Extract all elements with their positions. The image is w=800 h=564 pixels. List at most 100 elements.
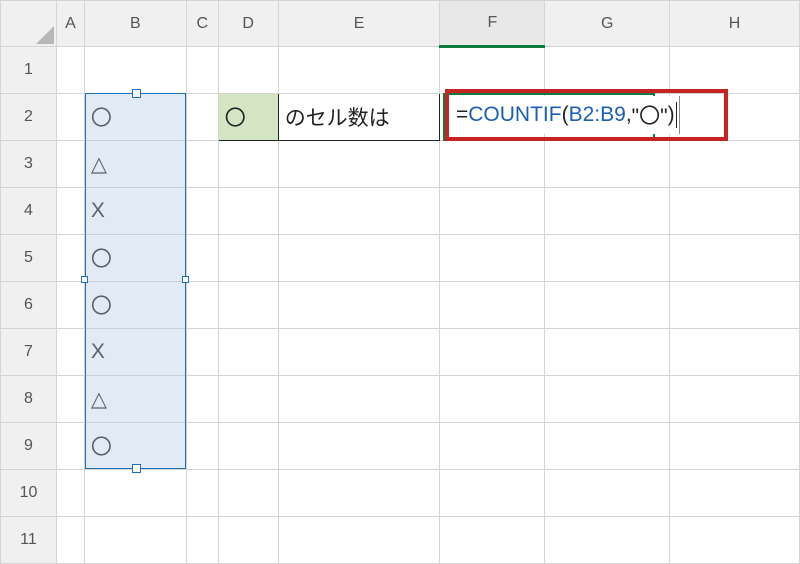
cell-F7[interactable] — [440, 329, 545, 376]
cell-H2[interactable] — [670, 94, 800, 141]
row-header-4[interactable]: 4 — [1, 188, 57, 235]
cell-D7[interactable] — [218, 329, 278, 376]
cell-B8[interactable]: △ — [84, 376, 186, 423]
row-header-11[interactable]: 11 — [1, 517, 57, 564]
cell-D2[interactable]: 〇 — [218, 94, 278, 141]
cell-A7[interactable] — [56, 329, 84, 376]
cell-C1[interactable] — [186, 47, 218, 94]
cell-E3[interactable] — [278, 141, 440, 188]
col-header-B[interactable]: B — [84, 1, 186, 47]
col-header-A[interactable]: A — [56, 1, 84, 47]
cell-G9[interactable] — [545, 423, 670, 470]
cell-A8[interactable] — [56, 376, 84, 423]
cell-E6[interactable] — [278, 282, 440, 329]
cell-H6[interactable] — [670, 282, 800, 329]
cell-B6[interactable]: 〇 — [84, 282, 186, 329]
cell-G6[interactable] — [545, 282, 670, 329]
row-header-3[interactable]: 3 — [1, 141, 57, 188]
cell-E1[interactable] — [278, 47, 440, 94]
cell-B9[interactable]: 〇 — [84, 423, 186, 470]
cell-A1[interactable] — [56, 47, 84, 94]
cell-F10[interactable] — [440, 470, 545, 517]
cell-G1[interactable] — [545, 47, 670, 94]
cell-D5[interactable] — [218, 235, 278, 282]
cell-H3[interactable] — [670, 141, 800, 188]
cell-C10[interactable] — [186, 470, 218, 517]
cell-A11[interactable] — [56, 517, 84, 564]
select-all-corner[interactable] — [1, 1, 57, 47]
cell-E5[interactable] — [278, 235, 440, 282]
col-header-D[interactable]: D — [218, 1, 278, 47]
cell-E10[interactable] — [278, 470, 440, 517]
cell-E11[interactable] — [278, 517, 440, 564]
cell-C8[interactable] — [186, 376, 218, 423]
row-header-2[interactable]: 2 — [1, 94, 57, 141]
cell-E8[interactable] — [278, 376, 440, 423]
cell-D10[interactable] — [218, 470, 278, 517]
cell-G7[interactable] — [545, 329, 670, 376]
cell-A4[interactable] — [56, 188, 84, 235]
row-header-1[interactable]: 1 — [1, 47, 57, 94]
cell-B3[interactable]: △ — [84, 141, 186, 188]
cell-E2[interactable]: のセル数は — [278, 94, 440, 141]
cell-A2[interactable] — [56, 94, 84, 141]
col-header-C[interactable]: C — [186, 1, 218, 47]
cell-B1[interactable] — [84, 47, 186, 94]
cell-D9[interactable] — [218, 423, 278, 470]
cell-H5[interactable] — [670, 235, 800, 282]
cell-C9[interactable] — [186, 423, 218, 470]
cell-F5[interactable] — [440, 235, 545, 282]
cell-C11[interactable] — [186, 517, 218, 564]
row-header-5[interactable]: 5 — [1, 235, 57, 282]
cell-F4[interactable] — [440, 188, 545, 235]
cell-A3[interactable] — [56, 141, 84, 188]
cell-B11[interactable] — [84, 517, 186, 564]
cell-G10[interactable] — [545, 470, 670, 517]
cell-F3[interactable] — [440, 141, 545, 188]
cell-H10[interactable] — [670, 470, 800, 517]
cell-B2[interactable]: 〇 — [84, 94, 186, 141]
cell-C4[interactable] — [186, 188, 218, 235]
cell-B7[interactable]: X — [84, 329, 186, 376]
cell-A10[interactable] — [56, 470, 84, 517]
cell-F11[interactable] — [440, 517, 545, 564]
cell-B10[interactable] — [84, 470, 186, 517]
cell-G4[interactable] — [545, 188, 670, 235]
cell-A6[interactable] — [56, 282, 84, 329]
row-header-9[interactable]: 9 — [1, 423, 57, 470]
cell-A5[interactable] — [56, 235, 84, 282]
formula-editor[interactable]: =COUNTIF(B2:B9,"〇") — [454, 96, 680, 134]
cell-F9[interactable] — [440, 423, 545, 470]
cell-D3[interactable] — [218, 141, 278, 188]
cell-H9[interactable] — [670, 423, 800, 470]
spreadsheet-grid[interactable]: A B C D E F G H 1 2 〇 〇 のセル数は 3 △ — [0, 0, 800, 564]
cell-E9[interactable] — [278, 423, 440, 470]
cell-D6[interactable] — [218, 282, 278, 329]
cell-D11[interactable] — [218, 517, 278, 564]
cell-D8[interactable] — [218, 376, 278, 423]
col-header-H[interactable]: H — [670, 1, 800, 47]
cell-H11[interactable] — [670, 517, 800, 564]
cell-C3[interactable] — [186, 141, 218, 188]
cell-B4[interactable]: X — [84, 188, 186, 235]
cell-A9[interactable] — [56, 423, 84, 470]
cell-G11[interactable] — [545, 517, 670, 564]
col-header-G[interactable]: G — [545, 1, 670, 47]
col-header-E[interactable]: E — [278, 1, 440, 47]
cell-C7[interactable] — [186, 329, 218, 376]
cell-C2[interactable] — [186, 94, 218, 141]
cell-F1[interactable] — [440, 47, 545, 94]
cell-D1[interactable] — [218, 47, 278, 94]
cell-H4[interactable] — [670, 188, 800, 235]
cell-F6[interactable] — [440, 282, 545, 329]
range-handle-left[interactable] — [81, 276, 88, 283]
cell-C6[interactable] — [186, 282, 218, 329]
row-header-10[interactable]: 10 — [1, 470, 57, 517]
row-header-7[interactable]: 7 — [1, 329, 57, 376]
cell-B5[interactable]: 〇 — [84, 235, 186, 282]
col-header-F[interactable]: F — [440, 1, 545, 47]
cell-F8[interactable] — [440, 376, 545, 423]
cell-C5[interactable] — [186, 235, 218, 282]
range-handle-right[interactable] — [182, 276, 189, 283]
cell-H7[interactable] — [670, 329, 800, 376]
